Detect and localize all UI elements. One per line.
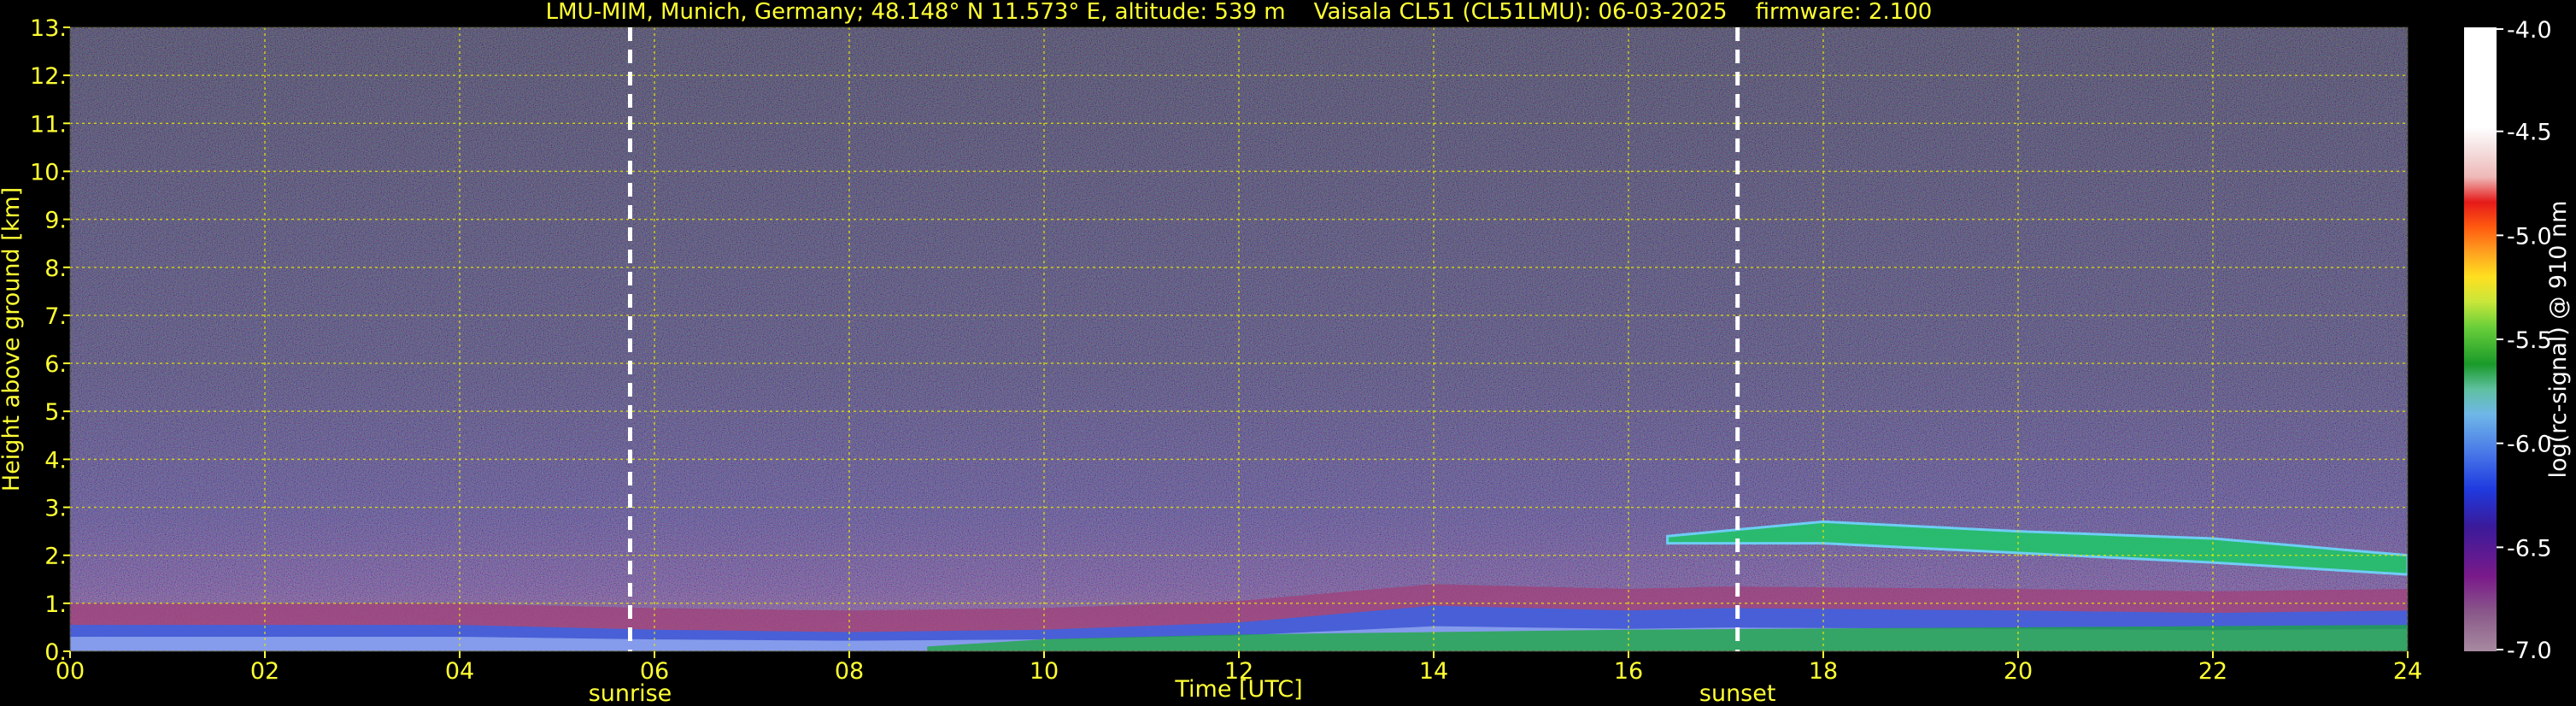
y-tick-label: 10.: [30, 159, 67, 185]
y-tick-label: 7.: [44, 303, 67, 330]
y-tick-label: 5.: [44, 399, 67, 426]
x-tick-label: 20: [2004, 658, 2033, 685]
chart-title: LMU-MIM, Munich, Germany; 48.148° N 11.5…: [546, 0, 1933, 25]
sunset-label: sunset: [1699, 680, 1776, 706]
x-tick-label: 08: [835, 658, 864, 685]
x-tick-label: 18: [1809, 658, 1838, 685]
y-tick-label: 2.: [44, 544, 67, 570]
y-tick-label: 1.: [44, 591, 67, 618]
y-tick-label: 8.: [44, 256, 67, 282]
y-tick-label: 4.: [44, 447, 67, 474]
plot-area: [70, 27, 2408, 651]
x-tick-label: 04: [445, 658, 474, 685]
x-tick-label: 22: [2198, 658, 2227, 685]
colorbar: -4.0-4.5-5.0-5.5-6.0-6.5-7.0 log(rc-sign…: [2464, 17, 2572, 664]
y-tick-label: 3.: [44, 496, 67, 522]
x-tick-label: 02: [250, 658, 279, 685]
colorbar-label: log(rc-signal) @ 910 nm: [2545, 201, 2572, 479]
x-axis-label: Time [UTC]: [1174, 676, 1302, 703]
ceilometer-figure: sunrise sunset 00 02 04 06 08 10 12 14 16 18 20 22 24…: [0, 0, 2572, 706]
y-tick-label: 11.: [30, 111, 67, 138]
x-tick-label: 14: [1419, 658, 1448, 685]
colorbar-scale: [2464, 27, 2497, 651]
x-tick-label: 06: [640, 658, 669, 685]
colorbar-tick-label: -4.0: [2507, 17, 2552, 44]
x-tick-label: 16: [1614, 658, 1643, 685]
y-ticks: 0. 1. 2. 3. 4. 5. 6. 7. 8. 9. 10. 11. 12. 13.: [30, 15, 70, 666]
colorbar-tick-label: -7.0: [2507, 638, 2552, 664]
x-tick-label: 24: [2393, 658, 2422, 685]
y-axis-label: Height above ground [km]: [0, 187, 25, 491]
y-tick-label: 12.: [30, 63, 67, 90]
y-tick-label: 9.: [44, 208, 67, 234]
y-tick-label: 13.: [30, 15, 67, 42]
y-tick-label: 6.: [44, 351, 67, 378]
x-tick-label: 10: [1030, 658, 1059, 685]
y-tick-label: 0.: [44, 639, 67, 666]
colorbar-tick-label: -4.5: [2507, 120, 2552, 146]
colorbar-tick-label: -6.5: [2507, 535, 2552, 562]
